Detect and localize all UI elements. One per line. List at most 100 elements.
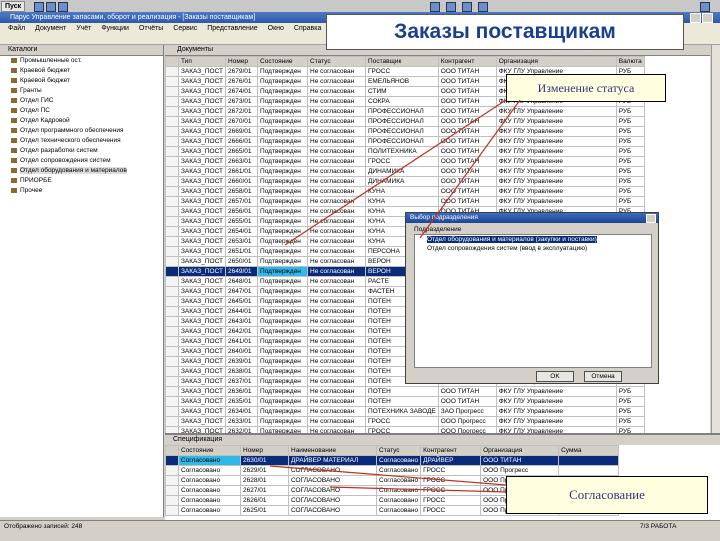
table-row[interactable]: Согласовано 2629/01 СОГЛАСОВАНО Согласовано… — [165, 465, 620, 476]
tree-item[interactable]: Отдел Кадровой — [0, 116, 163, 126]
table-row[interactable]: ЗАКАЗ_ПОСТ 2635/01 Подтвержден Не согласова… — [165, 396, 645, 407]
app-icon[interactable] — [46, 2, 56, 12]
tree-item[interactable]: Прочее — [0, 186, 163, 196]
table-row[interactable]: ЗАКАЗ_ПОСТ 2672/01 Подтвержден Не согласова… — [165, 106, 645, 117]
table-row[interactable]: ЗАКАЗ_ПОСТ 2669/01 Подтвержден Не согласова… — [165, 126, 645, 137]
start-button[interactable]: Пуск — [1, 1, 26, 12]
menu-item[interactable]: Сервис — [173, 25, 197, 32]
column-header[interactable]: Организация — [480, 445, 560, 456]
division-option[interactable]: Отдел сопровождения систем (ввод в экспл… — [415, 244, 651, 253]
table-cell: РУБ — [615, 196, 645, 207]
folder-icon — [11, 78, 17, 83]
column-header[interactable]: Номер — [240, 445, 289, 456]
table-cell: Не согласован — [307, 96, 367, 107]
division-option[interactable]: Отдел оборудования и материалов (закупки… — [415, 235, 651, 244]
table-row[interactable]: ЗАКАЗ_ПОСТ 2670/01 Подтвержден Не согласова… — [165, 116, 645, 127]
menu-item[interactable]: Файл — [8, 25, 25, 32]
table-row[interactable]: ЗАКАЗ_ПОСТ 2634/01 Подтвержден Не согласова… — [165, 406, 645, 417]
table-cell: Подтвержден — [257, 336, 309, 347]
table-cell: ООО ТИТАН — [480, 455, 560, 466]
app-icon[interactable] — [462, 2, 472, 12]
table-cell: ФКУ ГЛУ Управление — [495, 136, 617, 147]
row-checkbox — [165, 136, 179, 147]
tree-item[interactable]: Краевой бюджет — [0, 76, 163, 86]
table-row[interactable]: ЗАКАЗ_ПОСТ 2657/01 Подтвержден Не согласова… — [165, 196, 645, 207]
table-cell: Подтвержден — [257, 116, 309, 127]
minimize-icon[interactable] — [690, 13, 701, 23]
column-header[interactable]: Номер — [225, 56, 259, 67]
tree-item[interactable]: Отдел технического обеспечения — [0, 136, 163, 146]
table-row[interactable]: ЗАКАЗ_ПОСТ 2658/01 Подтвержден Не согласова… — [165, 186, 645, 197]
table-cell: ПОЛИТЕХНИКА — [365, 146, 439, 157]
column-header[interactable]: Состояние — [257, 56, 309, 67]
table-cell: Не согласован — [307, 76, 367, 87]
menu-item[interactable]: Представление — [207, 25, 257, 32]
menu-item[interactable]: Документ — [35, 25, 66, 32]
menu-item[interactable]: Отчёты — [139, 25, 163, 32]
table-row[interactable]: ЗАКАЗ_ПОСТ 2660/01 Подтвержден Не согласова… — [165, 176, 645, 187]
table-cell: 2634/01 — [225, 406, 259, 417]
menu-item[interactable]: Окно — [268, 25, 284, 32]
table-cell: ФКУ ГЛУ Управление — [495, 166, 617, 177]
menu-item[interactable]: Справка — [294, 25, 321, 32]
column-header[interactable]: Контрагент — [420, 445, 482, 456]
close-icon[interactable] — [646, 214, 656, 223]
table-row[interactable]: Согласовано 2630/01 ДРАЙВЕР МАТЕРИАЛ Соглас… — [165, 455, 620, 466]
cancel-button[interactable]: Отмена — [584, 371, 622, 382]
table-row[interactable]: ЗАКАЗ_ПОСТ 2661/01 Подтвержден Не согласова… — [165, 166, 645, 177]
row-checkbox — [165, 376, 179, 387]
table-row[interactable]: ЗАКАЗ_ПОСТ 2666/01 Подтвержден Не согласова… — [165, 136, 645, 147]
table-cell: Согласовано — [375, 495, 422, 506]
column-header[interactable]: Сумма — [558, 445, 620, 456]
tree-item[interactable]: Отдел программного обеспечения — [0, 126, 163, 136]
tree-item[interactable]: Отдел ПС — [0, 106, 163, 116]
table-cell: Подтвержден — [257, 326, 309, 337]
table-cell: Не согласован — [307, 156, 367, 167]
tree-item-selected[interactable]: Отдел оборудования и материалов — [0, 166, 163, 176]
app-icon[interactable] — [478, 2, 488, 12]
column-header[interactable]: Статус — [375, 445, 422, 456]
table-cell: ЗАКАЗ_ПОСТ — [177, 406, 227, 417]
table-cell: ООО ТИТАН — [437, 196, 497, 207]
column-header[interactable]: Состояние — [178, 445, 241, 456]
column-header[interactable]: Наименование — [288, 445, 377, 456]
column-header[interactable]: Поставщик — [365, 56, 439, 67]
table-cell: Не согласован — [307, 356, 367, 367]
division-list[interactable]: Отдел оборудования и материалов (закупки… — [414, 234, 652, 368]
table-cell: Не согласован — [307, 116, 367, 127]
ok-button[interactable]: OK — [536, 371, 574, 382]
app-icon[interactable] — [700, 2, 710, 12]
menu-item[interactable]: Учёт — [76, 25, 91, 32]
table-cell: РУБ — [615, 416, 645, 427]
table-row[interactable]: ЗАКАЗ_ПОСТ 2665/01 Подтвержден Не согласова… — [165, 146, 645, 157]
app-icon[interactable] — [446, 2, 456, 12]
table-cell: Подтвержден — [257, 86, 309, 97]
menu-item[interactable]: Функции — [101, 25, 129, 32]
column-header[interactable]: Валюта — [615, 56, 645, 67]
table-row[interactable]: ЗАКАЗ_ПОСТ 2633/01 Подтвержден Не согласова… — [165, 416, 645, 427]
table-row[interactable]: ЗАКАЗ_ПОСТ 2636/01 Подтвержден Не согласова… — [165, 386, 645, 397]
grid-scrollbar[interactable] — [711, 45, 720, 433]
table-row[interactable]: ЗАКАЗ_ПОСТ 2663/01 Подтвержден Не согласова… — [165, 156, 645, 167]
tree-item[interactable]: ПРИОРБЕ — [0, 176, 163, 186]
app-icon[interactable] — [58, 2, 68, 12]
table-cell: 2625/01 — [240, 505, 289, 516]
table-cell: РУБ — [615, 126, 645, 137]
column-header[interactable]: Тип — [177, 56, 227, 67]
column-header[interactable]: Контрагент — [437, 56, 497, 67]
app-icon[interactable] — [34, 2, 44, 12]
close-icon[interactable] — [702, 13, 713, 23]
spec-header: Спецификация — [165, 435, 720, 445]
table-cell: РУБ — [615, 166, 645, 177]
tree-item[interactable]: Отдел сопровождения систем — [0, 156, 163, 166]
column-header[interactable]: Организация — [495, 56, 617, 67]
column-header[interactable]: Статус — [307, 56, 367, 67]
tree-item[interactable]: Гранты — [0, 86, 163, 96]
tree-item[interactable]: Отдел ГИС — [0, 96, 163, 106]
tree-item[interactable]: Промышленные ост. — [0, 56, 163, 66]
table-cell: ЗАКАЗ_ПОСТ — [177, 396, 227, 407]
tree-item[interactable]: Отдел разработки систем — [0, 146, 163, 156]
table-cell: Подтвержден — [257, 166, 309, 177]
tree-item[interactable]: Краевой бюджет — [0, 66, 163, 76]
app-icon[interactable] — [430, 2, 440, 12]
